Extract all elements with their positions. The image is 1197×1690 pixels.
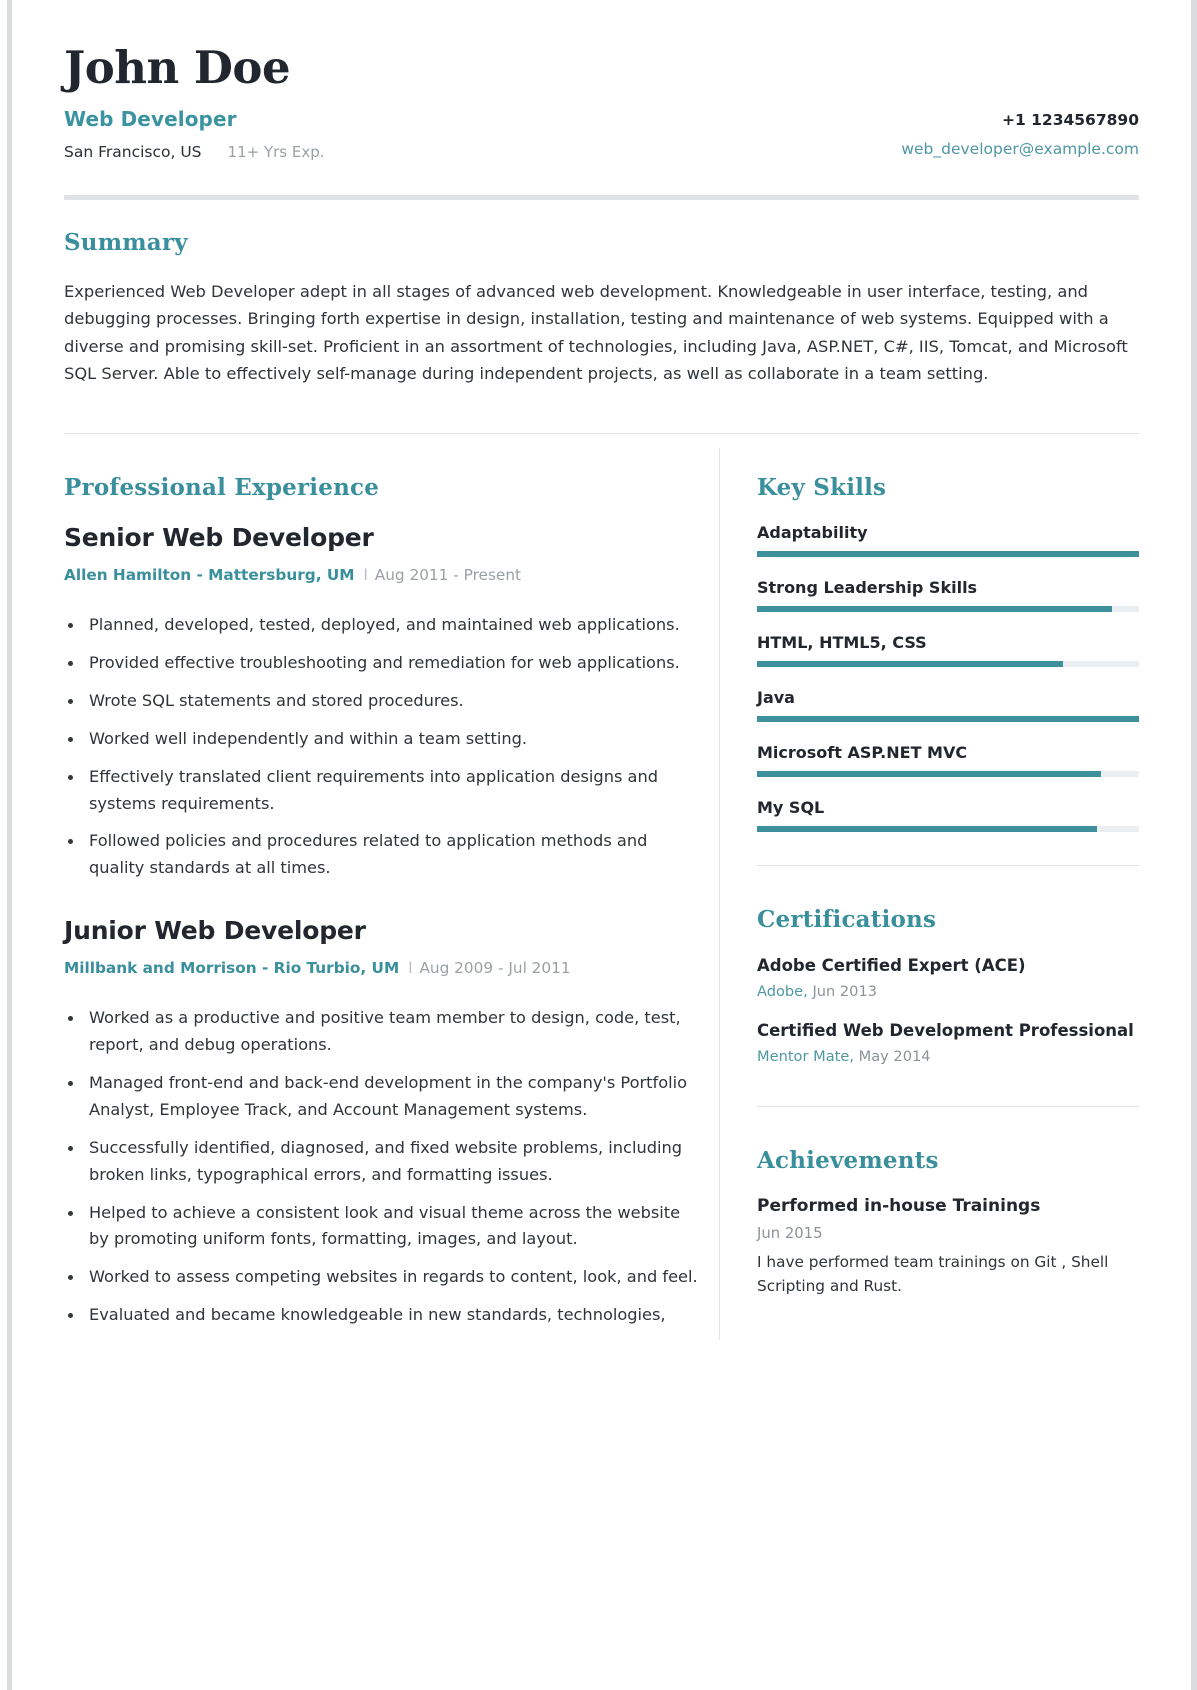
certifications-divider	[757, 1105, 1139, 1107]
candidate-meta: San Francisco, US 11+ Yrs Exp.	[64, 143, 325, 161]
job-meta: Allen Hamilton - Mattersburg, UM l Aug 201…	[64, 566, 701, 584]
skill-item: My SQL	[757, 798, 1139, 833]
job-bullet: Evaluated and became knowledgeable in ne…	[64, 1302, 701, 1329]
experience-item: Junior Web Developer Millbank and Morris…	[64, 916, 701, 1329]
skill-name: Adaptability	[757, 523, 868, 543]
header-contact-block: +1 1234567890 web_developer@example.com	[901, 107, 1139, 158]
certification-date: Jun 2013	[812, 983, 878, 1000]
skills-list: Adaptability Strong Leadership Skills HT…	[757, 523, 1139, 833]
skill-item: Microsoft ASP.NET MVC	[757, 743, 1139, 778]
certifications-list: Adobe Certified Expert (ACE) Adobe, Jun …	[757, 955, 1139, 1065]
job-company: Allen Hamilton - Mattersburg, UM	[64, 566, 355, 585]
job-bullet: Managed front-end and back-end developme…	[64, 1070, 701, 1124]
achievement-description: I have performed team trainings on Git ,…	[757, 1252, 1109, 1295]
job-bullet: Wrote SQL statements and stored procedur…	[64, 688, 701, 715]
job-title: Junior Web Developer	[64, 916, 366, 946]
job-bullet: Worked well independently and within a t…	[64, 726, 701, 753]
job-separator: l	[363, 566, 368, 585]
achievement-date: Jun 2015	[757, 1224, 823, 1242]
resume-body: Professional Experience Senior Web Devel…	[64, 434, 1139, 1341]
certification-date: May 2014	[858, 1047, 931, 1065]
skill-fill	[757, 606, 1113, 613]
job-title: Senior Web Developer	[64, 523, 374, 553]
certification-name: Adobe Certified Expert (ACE)	[757, 956, 1026, 976]
candidate-experience: 11+ Yrs Exp.	[227, 143, 325, 162]
certification-meta: Adobe, Jun 2013	[757, 983, 1139, 1000]
skill-fill	[757, 551, 1139, 558]
summary-text: Experienced Web Developer adept in all s…	[64, 282, 1128, 383]
skill-track	[757, 771, 1139, 778]
job-bullet: Followed policies and procedures related…	[64, 828, 701, 882]
job-bullet: Successfully identified, diagnosed, and …	[64, 1135, 701, 1189]
candidate-name: John Doe	[64, 41, 291, 94]
job-meta: Millbank and Morrison - Rio Turbio, UM l A…	[64, 959, 701, 977]
resume-header: John Doe Web Developer San Francisco, US…	[64, 41, 1139, 201]
skill-track	[757, 716, 1139, 723]
skill-track	[757, 551, 1139, 558]
candidate-job-title: Web Developer	[64, 107, 237, 132]
achievements-list: Performed in-house Trainings Jun 2015 I …	[757, 1196, 1139, 1298]
experience-heading: Professional Experience	[64, 474, 380, 502]
job-bullet: Planned, developed, tested, deployed, an…	[64, 612, 701, 639]
certification-meta: Mentor Mate, May 2014	[757, 1048, 1139, 1065]
candidate-location: San Francisco, US	[64, 143, 202, 162]
summary-section: Summary Experienced Web Developer adept …	[64, 229, 1139, 435]
skill-track	[757, 661, 1139, 668]
skill-item: Strong Leadership Skills	[757, 578, 1139, 613]
certification-issuer: Mentor Mate,	[757, 1047, 854, 1065]
skill-fill	[757, 716, 1139, 723]
achievements-heading: Achievements	[757, 1146, 939, 1174]
skill-fill	[757, 771, 1101, 778]
job-company: Millbank and Morrison - Rio Turbio, UM	[64, 959, 400, 978]
certification-name: Certified Web Development Professional	[757, 1021, 1134, 1040]
skills-heading: Key Skills	[757, 474, 887, 502]
certifications-heading: Certifications	[757, 906, 937, 934]
contact-phone: +1 1234567890	[1001, 111, 1139, 130]
achievement-item: Performed in-house Trainings Jun 2015 I …	[757, 1196, 1139, 1298]
job-bullet-list: Worked as a productive and positive team…	[64, 1005, 701, 1329]
skill-name: Strong Leadership Skills	[757, 578, 978, 598]
achievement-name: Performed in-house Trainings	[757, 1195, 1041, 1216]
job-bullet: Helped to achieve a consistent look and …	[64, 1200, 701, 1254]
experience-item: Senior Web Developer Allen Hamilton - Ma…	[64, 523, 701, 882]
certification-issuer: Adobe,	[757, 983, 808, 1000]
skill-name: My SQL	[757, 798, 825, 818]
skill-track	[757, 826, 1139, 833]
job-bullet: Worked as a productive and positive team…	[64, 1005, 701, 1059]
header-divider	[64, 195, 1139, 201]
resume-page: John Doe Web Developer San Francisco, US…	[0, 0, 1197, 1690]
skill-name: HTML, HTML5, CSS	[757, 633, 927, 653]
resume-sheet: John Doe Web Developer San Francisco, US…	[12, 0, 1191, 1690]
certification-item: Adobe Certified Expert (ACE) Adobe, Jun …	[757, 955, 1139, 1000]
contact-email[interactable]: web_developer@example.com	[901, 140, 1139, 158]
skill-track	[757, 606, 1139, 613]
skill-item: Java	[757, 688, 1139, 723]
skill-name: Microsoft ASP.NET MVC	[757, 743, 968, 763]
job-bullet: Provided effective troubleshooting and r…	[64, 650, 701, 677]
job-dates: Aug 2009 - Jul 2011	[419, 959, 571, 978]
skill-name: Java	[757, 688, 795, 708]
sidebar-column: Key Skills Adaptability Strong Leadershi…	[720, 434, 1139, 1340]
job-bullet-list: Planned, developed, tested, deployed, an…	[64, 612, 701, 882]
skill-fill	[757, 826, 1097, 833]
experience-column: Professional Experience Senior Web Devel…	[64, 434, 719, 1340]
certification-item: Certified Web Development Professional M…	[757, 1020, 1139, 1065]
summary-heading: Summary	[64, 229, 188, 257]
header-left-block: Web Developer San Francisco, US 11+ Yrs E…	[64, 107, 325, 161]
skill-item: Adaptability	[757, 523, 1139, 558]
skill-item: HTML, HTML5, CSS	[757, 633, 1139, 668]
job-dates: Aug 2011 - Present	[374, 566, 522, 585]
skill-fill	[757, 661, 1063, 668]
job-bullet: Effectively translated client requiremen…	[64, 764, 701, 818]
skills-divider	[757, 865, 1139, 867]
job-bullet: Worked to assess competing websites in r…	[64, 1264, 701, 1291]
job-separator: l	[408, 959, 413, 978]
